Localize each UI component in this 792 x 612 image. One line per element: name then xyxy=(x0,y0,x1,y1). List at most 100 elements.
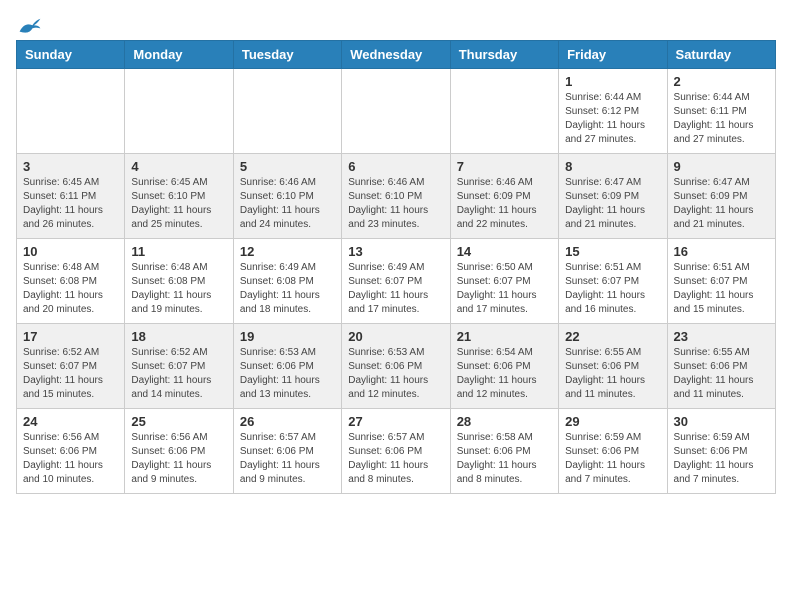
calendar-day-cell: 21 Sunrise: 6:54 AM Sunset: 6:06 PM Dayli… xyxy=(450,324,558,409)
day-info: Sunrise: 6:58 AM Sunset: 6:06 PM Dayligh… xyxy=(457,431,552,487)
calendar-header-row: SundayMondayTuesdayWednesdayThursdayFrid… xyxy=(17,41,776,69)
day-info: Sunrise: 6:59 AM Sunset: 6:06 PM Dayligh… xyxy=(674,431,769,487)
calendar-header-tuesday: Tuesday xyxy=(233,41,341,69)
day-info: Sunrise: 6:47 AM Sunset: 6:09 PM Dayligh… xyxy=(674,176,769,232)
day-number: 29 xyxy=(565,414,660,429)
day-number: 26 xyxy=(240,414,335,429)
calendar-day-cell: 23 Sunrise: 6:55 AM Sunset: 6:06 PM Dayli… xyxy=(667,324,775,409)
day-info: Sunrise: 6:44 AM Sunset: 6:12 PM Dayligh… xyxy=(565,91,660,147)
calendar-day-cell xyxy=(342,69,450,154)
calendar-day-cell: 18 Sunrise: 6:52 AM Sunset: 6:07 PM Dayli… xyxy=(125,324,233,409)
day-number: 19 xyxy=(240,329,335,344)
day-info: Sunrise: 6:55 AM Sunset: 6:06 PM Dayligh… xyxy=(565,346,660,402)
day-number: 16 xyxy=(674,244,769,259)
calendar-day-cell: 16 Sunrise: 6:51 AM Sunset: 6:07 PM Dayli… xyxy=(667,239,775,324)
calendar-day-cell: 25 Sunrise: 6:56 AM Sunset: 6:06 PM Dayli… xyxy=(125,409,233,494)
day-info: Sunrise: 6:52 AM Sunset: 6:07 PM Dayligh… xyxy=(131,346,226,402)
calendar-day-cell: 6 Sunrise: 6:46 AM Sunset: 6:10 PM Daylig… xyxy=(342,154,450,239)
calendar-header-thursday: Thursday xyxy=(450,41,558,69)
calendar-week-row: 10 Sunrise: 6:48 AM Sunset: 6:08 PM Dayli… xyxy=(17,239,776,324)
calendar-day-cell: 11 Sunrise: 6:48 AM Sunset: 6:08 PM Dayli… xyxy=(125,239,233,324)
day-number: 4 xyxy=(131,159,226,174)
calendar-day-cell: 27 Sunrise: 6:57 AM Sunset: 6:06 PM Dayli… xyxy=(342,409,450,494)
calendar-week-row: 17Sunrise: 6:52 AM Sunset: 6:07 PM Dayli… xyxy=(17,324,776,409)
day-number: 5 xyxy=(240,159,335,174)
day-number: 27 xyxy=(348,414,443,429)
day-info: Sunrise: 6:46 AM Sunset: 6:10 PM Dayligh… xyxy=(240,176,335,232)
calendar-header-monday: Monday xyxy=(125,41,233,69)
logo-bird-icon xyxy=(18,16,42,36)
day-number: 21 xyxy=(457,329,552,344)
day-info: Sunrise: 6:54 AM Sunset: 6:06 PM Dayligh… xyxy=(457,346,552,402)
day-number: 20 xyxy=(348,329,443,344)
day-info: Sunrise: 6:57 AM Sunset: 6:06 PM Dayligh… xyxy=(348,431,443,487)
day-number: 23 xyxy=(674,329,769,344)
day-info: Sunrise: 6:53 AM Sunset: 6:06 PM Dayligh… xyxy=(240,346,335,402)
day-number: 12 xyxy=(240,244,335,259)
day-info: Sunrise: 6:57 AM Sunset: 6:06 PM Dayligh… xyxy=(240,431,335,487)
calendar-day-cell: 12 Sunrise: 6:49 AM Sunset: 6:08 PM Dayli… xyxy=(233,239,341,324)
day-info: Sunrise: 6:44 AM Sunset: 6:11 PM Dayligh… xyxy=(674,91,769,147)
calendar-day-cell: 13Sunrise: 6:49 AM Sunset: 6:07 PM Dayli… xyxy=(342,239,450,324)
calendar-day-cell xyxy=(450,69,558,154)
calendar-day-cell: 22Sunrise: 6:55 AM Sunset: 6:06 PM Dayli… xyxy=(559,324,667,409)
calendar-day-cell: 17Sunrise: 6:52 AM Sunset: 6:07 PM Dayli… xyxy=(17,324,125,409)
day-number: 28 xyxy=(457,414,552,429)
calendar-day-cell: 5 Sunrise: 6:46 AM Sunset: 6:10 PM Daylig… xyxy=(233,154,341,239)
calendar-day-cell: 14 Sunrise: 6:50 AM Sunset: 6:07 PM Dayli… xyxy=(450,239,558,324)
calendar-day-cell: 20 Sunrise: 6:53 AM Sunset: 6:06 PM Dayli… xyxy=(342,324,450,409)
day-number: 15 xyxy=(565,244,660,259)
day-info: Sunrise: 6:56 AM Sunset: 6:06 PM Dayligh… xyxy=(23,431,118,487)
calendar-day-cell: 15 Sunrise: 6:51 AM Sunset: 6:07 PM Dayli… xyxy=(559,239,667,324)
day-info: Sunrise: 6:46 AM Sunset: 6:09 PM Dayligh… xyxy=(457,176,552,232)
day-info: Sunrise: 6:53 AM Sunset: 6:06 PM Dayligh… xyxy=(348,346,443,402)
day-info: Sunrise: 6:51 AM Sunset: 6:07 PM Dayligh… xyxy=(565,261,660,317)
day-info: Sunrise: 6:56 AM Sunset: 6:06 PM Dayligh… xyxy=(131,431,226,487)
day-info: Sunrise: 6:52 AM Sunset: 6:07 PM Dayligh… xyxy=(23,346,118,402)
calendar-day-cell: 9 Sunrise: 6:47 AM Sunset: 6:09 PM Daylig… xyxy=(667,154,775,239)
calendar-day-cell: 19 Sunrise: 6:53 AM Sunset: 6:06 PM Dayli… xyxy=(233,324,341,409)
calendar-week-row: 3 Sunrise: 6:45 AM Sunset: 6:11 PM Daylig… xyxy=(17,154,776,239)
day-info: Sunrise: 6:55 AM Sunset: 6:06 PM Dayligh… xyxy=(674,346,769,402)
calendar-day-cell: 8Sunrise: 6:47 AM Sunset: 6:09 PM Daylig… xyxy=(559,154,667,239)
day-info: Sunrise: 6:59 AM Sunset: 6:06 PM Dayligh… xyxy=(565,431,660,487)
logo xyxy=(16,16,42,32)
day-number: 10 xyxy=(23,244,118,259)
day-number: 11 xyxy=(131,244,226,259)
day-number: 6 xyxy=(348,159,443,174)
calendar-header-saturday: Saturday xyxy=(667,41,775,69)
calendar-day-cell xyxy=(125,69,233,154)
calendar-day-cell: 2Sunrise: 6:44 AM Sunset: 6:11 PM Daylig… xyxy=(667,69,775,154)
day-number: 18 xyxy=(131,329,226,344)
day-info: Sunrise: 6:48 AM Sunset: 6:08 PM Dayligh… xyxy=(131,261,226,317)
calendar-day-cell: 28 Sunrise: 6:58 AM Sunset: 6:06 PM Dayli… xyxy=(450,409,558,494)
calendar-header-sunday: Sunday xyxy=(17,41,125,69)
calendar-week-row: 24 Sunrise: 6:56 AM Sunset: 6:06 PM Dayli… xyxy=(17,409,776,494)
day-info: Sunrise: 6:48 AM Sunset: 6:08 PM Dayligh… xyxy=(23,261,118,317)
calendar-day-cell xyxy=(17,69,125,154)
day-info: Sunrise: 6:49 AM Sunset: 6:08 PM Dayligh… xyxy=(240,261,335,317)
day-info: Sunrise: 6:51 AM Sunset: 6:07 PM Dayligh… xyxy=(674,261,769,317)
calendar-table: SundayMondayTuesdayWednesdayThursdayFrid… xyxy=(16,40,776,494)
day-info: Sunrise: 6:47 AM Sunset: 6:09 PM Dayligh… xyxy=(565,176,660,232)
calendar-day-cell: 26 Sunrise: 6:57 AM Sunset: 6:06 PM Dayli… xyxy=(233,409,341,494)
calendar-day-cell: 3 Sunrise: 6:45 AM Sunset: 6:11 PM Daylig… xyxy=(17,154,125,239)
calendar-day-cell: 10 Sunrise: 6:48 AM Sunset: 6:08 PM Dayli… xyxy=(17,239,125,324)
day-number: 24 xyxy=(23,414,118,429)
calendar-day-cell: 29 Sunrise: 6:59 AM Sunset: 6:06 PM Dayli… xyxy=(559,409,667,494)
calendar-day-cell: 7 Sunrise: 6:46 AM Sunset: 6:09 PM Daylig… xyxy=(450,154,558,239)
calendar-day-cell: 24 Sunrise: 6:56 AM Sunset: 6:06 PM Dayli… xyxy=(17,409,125,494)
day-info: Sunrise: 6:46 AM Sunset: 6:10 PM Dayligh… xyxy=(348,176,443,232)
day-info: Sunrise: 6:50 AM Sunset: 6:07 PM Dayligh… xyxy=(457,261,552,317)
calendar-day-cell xyxy=(233,69,341,154)
calendar-day-cell: 4Sunrise: 6:45 AM Sunset: 6:10 PM Daylig… xyxy=(125,154,233,239)
day-info: Sunrise: 6:45 AM Sunset: 6:11 PM Dayligh… xyxy=(23,176,118,232)
day-number: 25 xyxy=(131,414,226,429)
page-header xyxy=(16,16,776,32)
day-number: 9 xyxy=(674,159,769,174)
day-number: 1 xyxy=(565,74,660,89)
day-number: 14 xyxy=(457,244,552,259)
calendar-header-friday: Friday xyxy=(559,41,667,69)
day-number: 7 xyxy=(457,159,552,174)
day-number: 3 xyxy=(23,159,118,174)
